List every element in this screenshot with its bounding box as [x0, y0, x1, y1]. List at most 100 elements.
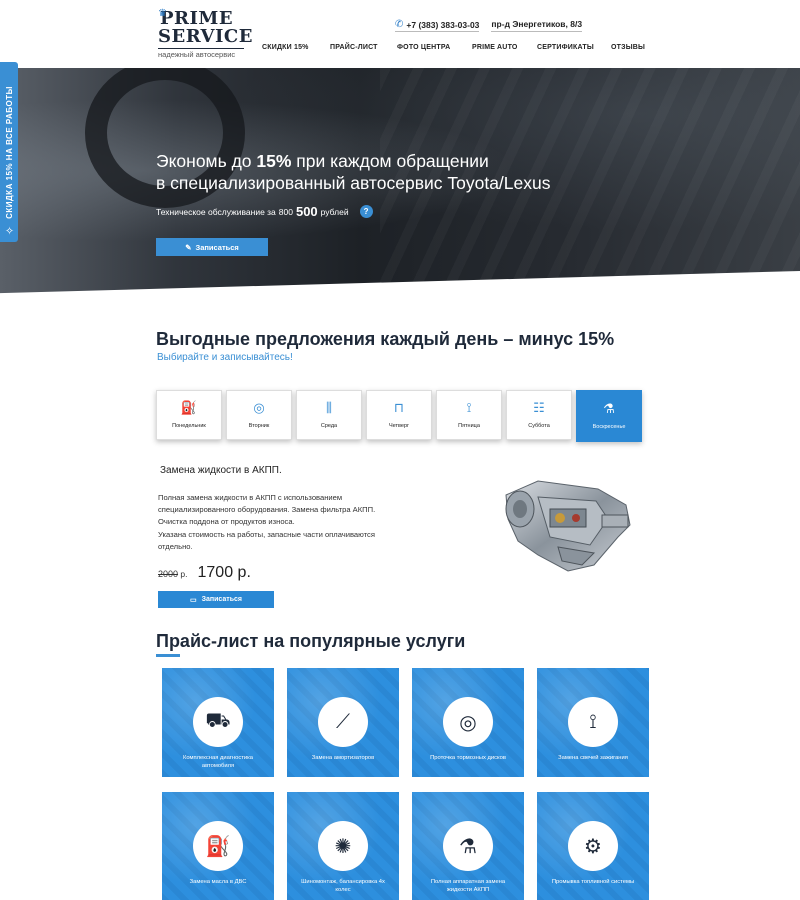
logo-tagline: надежный автосервис	[158, 48, 244, 59]
service-tile-diagnostics[interactable]: ⛟ Комплексная диагностика автомобиля	[162, 668, 274, 777]
spark-plug-icon: ⟟	[466, 400, 472, 415]
tab-sunday[interactable]: ⚗ Воскресенье	[576, 390, 642, 442]
oil-bottle-icon: ⛽	[180, 400, 198, 415]
hero-title-pre: Экономь до	[156, 151, 257, 171]
site-header: ♛ PRIME SERVICE надежный автосервис ✆ +7…	[0, 0, 800, 68]
chat-icon: ▭	[189, 596, 197, 604]
logo-line2: SERVICE	[158, 26, 253, 47]
tab-tuesday[interactable]: ◎ Вторник	[226, 390, 292, 440]
phone-icon: ✆	[395, 19, 404, 30]
offer-description: Полная замена жидкости в АКПП с использо…	[158, 492, 438, 553]
transmission-fluid-icon: ⚗	[443, 821, 493, 871]
offer-desc-line: специализированного оборудования. Замена…	[158, 505, 376, 515]
tab-label: Вторник	[248, 423, 270, 429]
offers-title: Выгодные предложения каждый день – минус…	[156, 329, 615, 349]
crown-icon: ♛	[158, 8, 167, 19]
wheel-icon: ✺	[318, 821, 368, 871]
tab-label: Пятница	[458, 423, 480, 429]
service-caption: Замена амортизаторов	[311, 755, 375, 761]
brake-disc-icon: ◎	[443, 697, 493, 747]
nav-prime-auto[interactable]: PRIME AUTO	[472, 44, 537, 51]
tab-label: Среда	[320, 423, 338, 429]
day-tabs: ⛽ Понедельник ◎ Вторник ⫼ Среда ⊓ Четверг ⟟ П…	[156, 390, 642, 442]
phone-number: +7 (383) 383-03-03	[406, 19, 480, 30]
title-underline	[156, 654, 180, 657]
shock-absorber-icon: ⫼	[326, 400, 332, 415]
offer-name: Замена жидкости в АКПП.	[160, 465, 282, 476]
hero-title-mid: при каждом обращении	[291, 151, 489, 171]
service-tile-fuel-system[interactable]: ⚙ Промывка топливной системы	[537, 792, 649, 900]
logo[interactable]: ♛ PRIME SERVICE надежный автосервис	[158, 8, 253, 59]
service-tile-spark-plugs[interactable]: ⟟ Замена свечей зажигания	[537, 668, 649, 777]
hero-signup-label: Записаться	[195, 242, 239, 252]
service-caption: Проточка тормозных дисков	[430, 755, 506, 761]
hero-title: Экономь до 15% при каждом обращении в сп…	[156, 150, 636, 194]
car-lift-icon: ⊓	[393, 400, 405, 415]
new-price: 1700 р.	[197, 564, 251, 581]
main-nav: СКИДКИ 15% ПРАЙС-ЛИСТ ФОТО ЦЕНТРА PRIME …	[262, 44, 651, 51]
spark-plug-icon: ⟟	[568, 697, 618, 747]
offer-desc-line: Полная замена жидкости в АКПП с использо…	[158, 493, 343, 502]
service-tile-oil-change[interactable]: ⛽ Замена масла в ДВС	[162, 792, 274, 900]
old-price-value: 2000	[158, 569, 179, 579]
tab-wednesday[interactable]: ⫼ Среда	[296, 390, 362, 440]
service-tiles: ⛟ Комплексная диагностика автомобиля ⟋ Зам…	[162, 668, 649, 900]
sparkle-icon: ✧	[4, 222, 16, 237]
phone-link[interactable]: ✆ +7 (383) 383-03-03	[395, 19, 480, 32]
tab-label: Воскресенье	[592, 424, 626, 430]
brake-disc-icon: ◎	[253, 400, 265, 415]
hero-sub-currency: рублей	[320, 206, 349, 217]
nav-photos[interactable]: ФОТО ЦЕНТРА	[397, 44, 472, 51]
tab-label: Суббота	[528, 423, 550, 429]
hero-sub-text: Техническое обслуживание за	[156, 206, 276, 217]
service-caption: Комплексная диагностика автомобиля	[182, 755, 254, 769]
hero-sub-price-big: 500	[295, 204, 318, 219]
hero-title-percent: 15%	[256, 151, 292, 171]
hero-title-line2: в специализированный автосервис Toyota/L…	[156, 173, 551, 193]
help-icon[interactable]: ?	[359, 205, 373, 218]
header-contacts: ✆ +7 (383) 383-03-03 пр-д Энергетиков, 8…	[395, 19, 583, 32]
hero-subtitle: Техническое обслуживание за 800 500 рубл…	[156, 204, 373, 219]
hero-banner: Экономь до 15% при каждом обращении в сп…	[0, 68, 800, 296]
tab-monday[interactable]: ⛽ Понедельник	[156, 390, 222, 440]
address-link[interactable]: пр-д Энергетиков, 8/3	[491, 19, 583, 32]
service-tile-brake-discs[interactable]: ◎ Проточка тормозных дисков	[412, 668, 524, 777]
oil-can-icon: ⛽	[193, 821, 243, 871]
tab-saturday[interactable]: ☷ Суббота	[506, 390, 572, 440]
service-caption: Замена масла в ДВС	[189, 879, 247, 885]
shock-absorber-icon: ⟋	[318, 697, 368, 747]
engine-icon: ⚙	[568, 821, 618, 871]
old-price-currency: р.	[180, 569, 188, 579]
service-caption: Полная аппаратная замена жидкости АКПП	[430, 879, 506, 893]
old-price: 2000 р.	[158, 569, 188, 579]
nav-price-list[interactable]: ПРАЙС-ЛИСТ	[330, 44, 397, 51]
service-caption: Промывка топливной системы	[551, 879, 635, 885]
edit-icon: ✎	[185, 242, 192, 252]
offer-desc-line: Указана стоимость на работы, запасные ча…	[158, 529, 375, 539]
service-tile-tire-service[interactable]: ✺ Шиномонтаж, балансировка 4х колес	[287, 792, 399, 900]
tab-thursday[interactable]: ⊓ Четверг	[366, 390, 432, 440]
discount-side-tab[interactable]: СКИДКА 15% НА ВСЕ РАБОТЫ ✧	[0, 62, 18, 242]
offer-desc-line: Очистка поддона от продуктов износа.	[158, 517, 295, 527]
offer-price: 2000 р. 1700 р.	[158, 564, 251, 582]
service-caption: Замена свечей зажигания	[558, 755, 628, 761]
service-tile-shock-absorbers[interactable]: ⟋ Замена амортизаторов	[287, 668, 399, 777]
checklist-icon: ☷	[533, 400, 545, 415]
tab-label: Понедельник	[172, 423, 206, 429]
offer-signup-button[interactable]: ▭ Записаться	[158, 591, 274, 608]
offer-signup-label: Записаться	[201, 596, 242, 603]
side-tab-label: СКИДКА 15% НА ВСЕ РАБОТЫ	[4, 85, 14, 219]
nav-certificates[interactable]: СЕРТИФИКАТЫ	[537, 44, 611, 51]
nav-discounts[interactable]: СКИДКИ 15%	[262, 44, 330, 51]
hero-signup-button[interactable]: ✎ Записаться	[156, 238, 268, 256]
tab-label: Четверг	[388, 423, 410, 429]
price-list-title: Прайс-лист на популярные услуги	[156, 631, 466, 651]
offers-subtitle: Выбирайте и записывайтесь!	[157, 352, 293, 363]
nav-reviews[interactable]: ОТЗЫВЫ	[611, 44, 651, 51]
hero-sub-price-small: 800	[278, 206, 293, 217]
tab-friday[interactable]: ⟟ Пятница	[436, 390, 502, 440]
car-diagnostics-icon: ⛟	[193, 697, 243, 747]
offer-desc-line: отдельно.	[158, 541, 193, 551]
page: СКИДКА 15% НА ВСЕ РАБОТЫ ✧ ♛ PRIME SERVI…	[0, 0, 800, 900]
service-tile-transmission-fluid[interactable]: ⚗ Полная аппаратная замена жидкости АКПП	[412, 792, 524, 900]
